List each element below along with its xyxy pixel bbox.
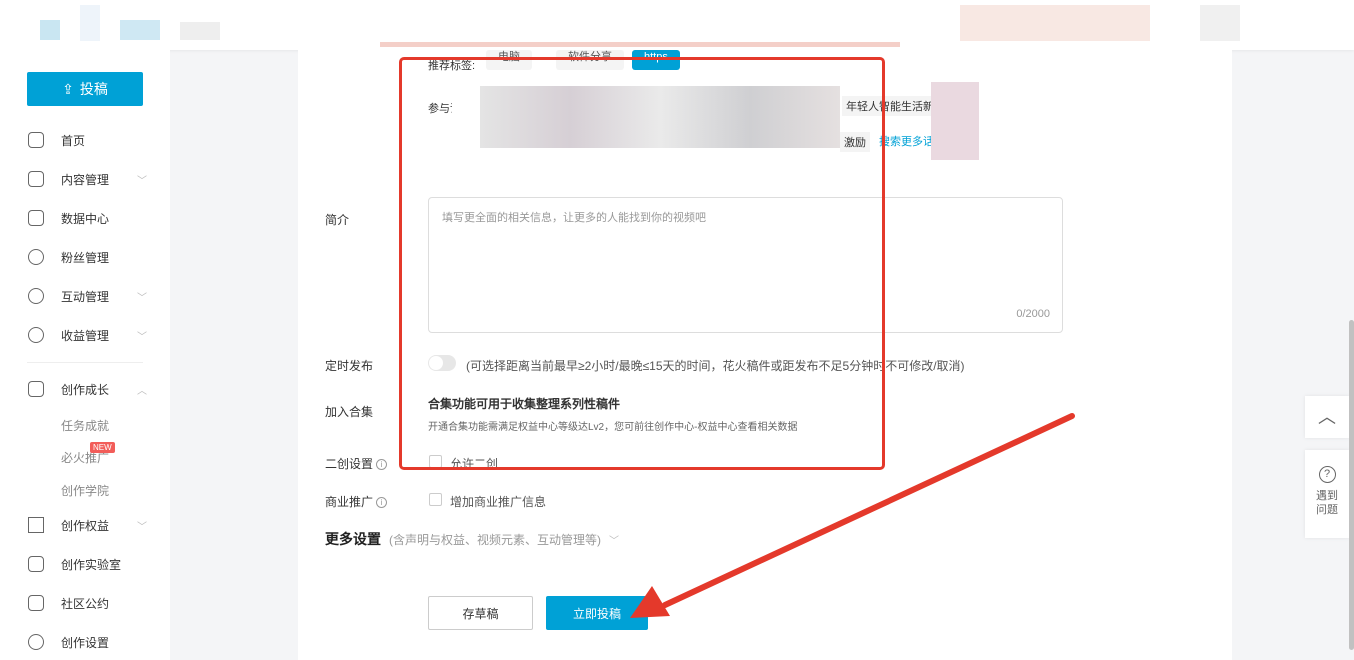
- arrow-shaft: [662, 413, 1075, 608]
- annotation-arrow: [630, 413, 1075, 618]
- arrow-head: [630, 586, 670, 618]
